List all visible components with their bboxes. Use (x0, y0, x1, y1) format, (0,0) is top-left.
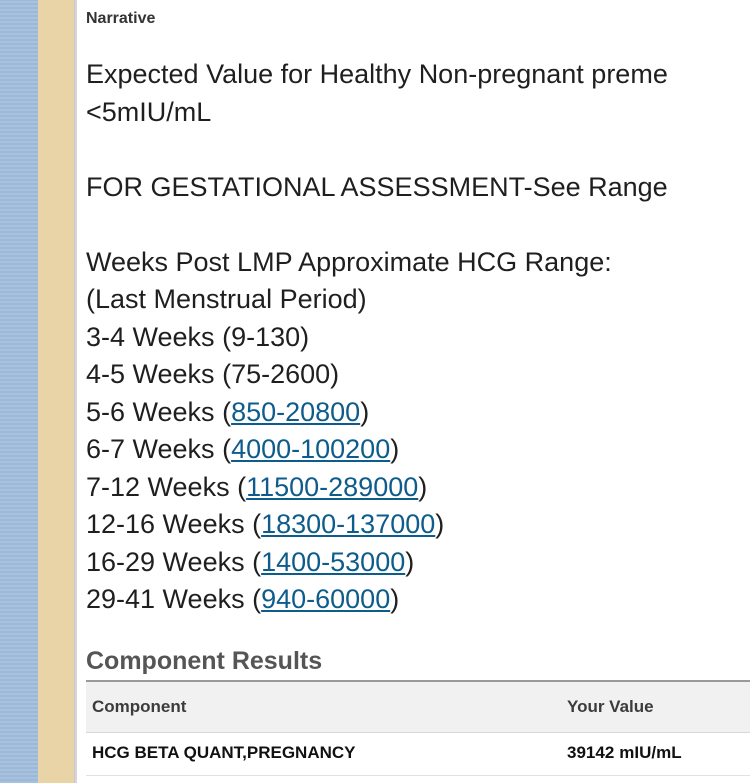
narrative-line: (Last Menstrual Period) (86, 284, 367, 314)
range-link[interactable]: 850-20800 (231, 397, 360, 427)
weeks-label: 3-4 Weeks (86, 321, 215, 352)
range-value: 75-2600 (231, 359, 331, 389)
weeks-label: 4-5 Weeks (86, 359, 215, 389)
component-results-title: Component Results (86, 647, 323, 675)
column-header-component: Component (92, 697, 187, 716)
narrative-label: Narrative (86, 10, 156, 27)
narrative-line: Weeks Post LMP Approximate HCG Range: (86, 246, 612, 277)
hcg-range-line: 12-16 Weeks (18300-137000) (86, 509, 445, 539)
range-link[interactable]: 11500-289000 (246, 472, 418, 502)
weeks-label: 6-7 Weeks (86, 434, 215, 464)
value-unit: mIU/mL (619, 743, 682, 762)
hcg-range-line: 7-12 Weeks (11500-289000) (86, 471, 428, 502)
range-link[interactable]: 18300-137000 (261, 509, 435, 539)
component-name: HCG BETA QUANT,PREGNANCY (92, 743, 356, 762)
weeks-label: 12-16 Weeks (86, 509, 245, 539)
result-panel: Narrative Expected Value for Healthy Non… (75, 0, 750, 783)
narrative-line: Expected Value for Healthy Non-pregnant … (86, 59, 668, 89)
weeks-label: 16-29 Weeks (86, 546, 245, 577)
table-row: HCG BETA QUANT,PREGNANCY 39142 mIU/mL (86, 733, 750, 776)
range-link[interactable]: 4000-100200 (231, 434, 390, 464)
range-link[interactable]: 940-60000 (261, 584, 390, 614)
range-value: 9-130 (231, 321, 301, 352)
narrative-line: <5mIU/mL (86, 96, 212, 127)
hcg-range-list: 3-4 Weeks (9-130) 4-5 Weeks (75-2600) 5-6 … (86, 319, 750, 619)
column-header-your-value: Your Value (567, 697, 654, 716)
table-header: Component Your Value (86, 682, 750, 733)
hcg-range-line: 4-5 Weeks (75-2600) (86, 359, 340, 389)
weeks-label: 29-41 Weeks (86, 584, 245, 614)
value-number: 39142 (567, 743, 615, 762)
left-sidebar-strip (0, 0, 38, 783)
hcg-range-line: 3-4 Weeks (9-130) (86, 321, 310, 352)
weeks-label: 5-6 Weeks (86, 396, 215, 427)
hcg-range-line: 29-41 Weeks (940-60000) (86, 584, 400, 614)
weeks-label: 7-12 Weeks (86, 471, 230, 502)
hcg-range-line: 6-7 Weeks (4000-100200) (86, 434, 400, 464)
narrative-line: FOR GESTATIONAL ASSESSMENT-See Range (86, 171, 668, 202)
left-margin-strip (38, 0, 75, 783)
range-link[interactable]: 1400-53000 (261, 547, 405, 577)
component-value: 39142 mIU/mL (567, 733, 682, 773)
component-results-table: Component Your Value HCG BETA QUANT,PREG… (86, 680, 750, 776)
hcg-range-line: 16-29 Weeks (1400-53000) (86, 546, 415, 577)
narrative-text: Expected Value for Healthy Non-pregnant … (86, 56, 750, 619)
hcg-range-line: 5-6 Weeks (850-20800) (86, 396, 370, 427)
